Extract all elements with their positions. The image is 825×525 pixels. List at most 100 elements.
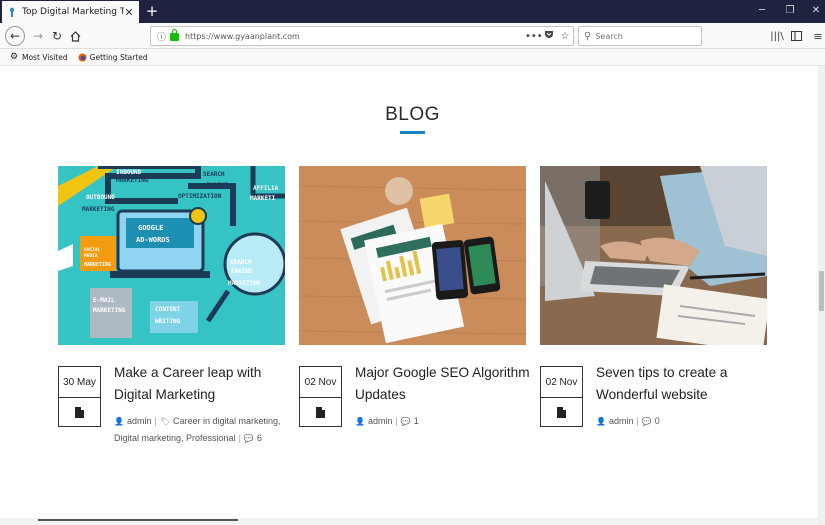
post-comment-count[interactable]: 6 [257, 433, 262, 443]
pocket-icon[interactable] [541, 30, 557, 42]
post-date-box: 30 May [58, 366, 101, 427]
document-icon [557, 406, 566, 418]
site-favicon [9, 7, 15, 17]
svg-text:MARKETING: MARKETING [82, 206, 115, 213]
comment-icon: 💬 [641, 417, 652, 426]
post-author-link[interactable]: admin [609, 416, 634, 426]
close-window-button[interactable]: ✕ [805, 3, 825, 19]
page-content: BLOG INBOUND MARKETING OUTBOUND MARKETIN… [0, 66, 825, 525]
post-comment-count[interactable]: 1 [414, 416, 419, 426]
scrollbar-thumb[interactable] [819, 271, 824, 311]
svg-text:MARKETI: MARKETI [250, 195, 276, 202]
post-comment-count[interactable]: 0 [655, 416, 660, 426]
blog-card: 02 Nov Seven tips to create a Wonderful … [540, 166, 767, 427]
post-date: 02 Nov [300, 367, 341, 398]
bookmark-label: Getting Started [89, 52, 148, 62]
search-input[interactable] [595, 31, 696, 41]
site-info-icon[interactable]: ⓘ [157, 30, 167, 43]
post-image-seo-desk[interactable] [299, 166, 526, 345]
svg-text:MEDIA: MEDIA [84, 253, 98, 259]
home-button[interactable] [66, 27, 84, 45]
sidebar-button[interactable] [787, 27, 805, 45]
reload-button[interactable]: ↻ [48, 27, 66, 45]
svg-text:AFFILIA: AFFILIA [253, 185, 279, 192]
library-button[interactable]: |||\ [768, 27, 786, 45]
reload-icon: ↻ [51, 29, 63, 43]
svg-text:WRITING: WRITING [155, 318, 181, 325]
bookmark-label: Most Visited [22, 52, 68, 62]
post-image-laptop-typing[interactable] [540, 166, 767, 345]
svg-text:GOOGLE: GOOGLE [138, 224, 163, 232]
svg-text:SEARCH: SEARCH [203, 171, 225, 178]
bookmarks-toolbar: ⚙ Most Visited Getting Started [0, 49, 825, 66]
section-title: BLOG [385, 104, 440, 125]
user-icon: 👤 [114, 417, 124, 426]
tab-title: Top Digital Marketing Training [22, 7, 124, 17]
svg-text:MARKETING: MARKETING [84, 262, 111, 268]
page-actions-icon[interactable]: ••• [525, 31, 543, 42]
bookmark-star-icon[interactable]: ☆ [557, 31, 573, 42]
bookmark-getting-started[interactable]: Getting Started [78, 53, 148, 62]
document-icon [75, 406, 84, 418]
restore-button[interactable]: ❐ [779, 3, 801, 19]
post-title-link[interactable]: Make a Career leap with Digital Marketin… [114, 362, 289, 406]
svg-text:MARKETING: MARKETING [93, 307, 126, 314]
blog-card: 02 Nov Major Google SEO Algorithm Update… [299, 166, 530, 427]
url-bar[interactable]: ⓘ https://www.gyaanplant.com ••• ☆ [150, 26, 574, 46]
comment-icon: 💬 [400, 417, 411, 426]
comment-icon: 💬 [243, 434, 254, 443]
vertical-scrollbar[interactable] [818, 66, 825, 525]
document-icon [316, 406, 325, 418]
post-title-link[interactable]: Major Google SEO Algorithm Updates [355, 362, 530, 406]
title-underline [400, 131, 425, 134]
forward-arrow-icon: → [32, 29, 44, 43]
url-text[interactable]: https://www.gyaanplant.com [185, 32, 525, 41]
bookmark-most-visited[interactable]: ⚙ Most Visited [10, 51, 68, 62]
post-author-link[interactable]: admin [127, 416, 152, 426]
menu-button[interactable]: ≡ [809, 27, 825, 45]
svg-text:INBOUND: INBOUND [116, 169, 142, 176]
post-meta: 👤 admin | 💬 1 [355, 416, 419, 426]
user-icon: 👤 [596, 417, 606, 426]
search-icon: ⚲ [584, 30, 592, 42]
back-arrow-icon: ← [9, 29, 21, 43]
tab-strip: Top Digital Marketing Training ✕ + ─ ❐ ✕ [0, 0, 825, 23]
browser-chrome: Top Digital Marketing Training ✕ + ─ ❐ ✕… [0, 0, 825, 66]
gear-icon: ⚙ [10, 51, 19, 62]
library-icon: |||\ [770, 30, 784, 42]
post-format-link[interactable] [300, 398, 341, 426]
svg-text:OUTBOUND: OUTBOUND [86, 194, 115, 201]
post-date-box: 02 Nov [299, 366, 342, 427]
navigation-toolbar: ← → ↻ ⓘ https://www.gyaanplant.com ••• ☆… [0, 23, 825, 49]
post-author-link[interactable]: admin [368, 416, 393, 426]
svg-text:CONTENT: CONTENT [155, 306, 181, 313]
post-date-box: 02 Nov [540, 366, 583, 427]
horizontal-scrollbar-thumb[interactable] [38, 519, 238, 521]
browser-tab[interactable]: Top Digital Marketing Training ✕ [2, 1, 139, 23]
svg-text:MARKETING: MARKETING [116, 177, 149, 184]
back-button[interactable]: ← [5, 26, 25, 46]
home-icon [70, 30, 80, 42]
svg-text:ENGINE: ENGINE [206, 182, 228, 189]
firefox-icon [78, 52, 87, 62]
hamburger-menu-icon: ≡ [813, 29, 823, 43]
new-tab-button[interactable]: + [145, 1, 159, 21]
tab-close-icon[interactable]: ✕ [124, 6, 134, 19]
svg-text:ENGINE: ENGINE [231, 268, 253, 275]
minimize-button[interactable]: ─ [751, 3, 773, 19]
svg-text:SEARCH: SEARCH [230, 259, 252, 266]
post-image-digital-marketing[interactable]: INBOUND MARKETING OUTBOUND MARKETING SEARC… [58, 166, 285, 345]
post-format-link[interactable] [541, 398, 582, 426]
post-meta: 👤 admin | 🏷 Career in digital marketing, Dig… [114, 416, 281, 443]
lock-icon [170, 29, 179, 41]
post-date: 30 May [59, 367, 100, 398]
user-icon: 👤 [355, 417, 365, 426]
svg-text:AD-WORDS: AD-WORDS [136, 236, 170, 244]
post-title-link[interactable]: Seven tips to create a Wonderful website [596, 362, 771, 406]
svg-text:E-MAIL: E-MAIL [93, 297, 115, 304]
forward-button[interactable]: → [29, 27, 47, 45]
search-box[interactable]: ⚲ [578, 26, 702, 46]
post-format-link[interactable] [59, 398, 100, 426]
svg-text:SOCIAL: SOCIAL [84, 247, 101, 253]
svg-text:MARKETING: MARKETING [228, 280, 261, 287]
